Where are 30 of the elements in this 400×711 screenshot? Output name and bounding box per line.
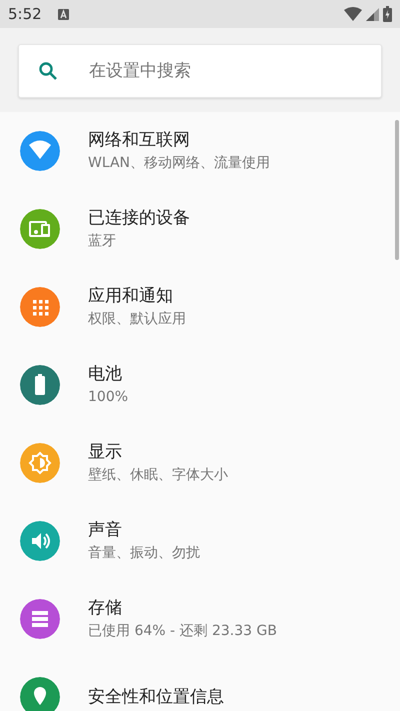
item-title: 电池 [88,364,123,385]
settings-item[interactable]: 电池 100% [0,346,400,424]
status-time: 5:52 [8,4,42,25]
battery-icon [383,6,392,22]
settings-item[interactable]: 声音 音量、振动、勿扰 [0,502,400,580]
notification-icon [58,8,69,20]
wifi-icon [344,7,362,21]
settings-item[interactable]: 网络和互联网 WLAN、移动网络、流量使用 [0,112,400,190]
item-subtitle: 100% [88,388,128,406]
settings-item[interactable]: 显示 壁纸、休眠、字体大小 [0,424,400,502]
signal-icon [366,8,379,20]
item-subtitle: 壁纸、休眠、字体大小 [88,466,228,484]
item-title: 应用和通知 [88,286,174,307]
item-subtitle: 权限、默认应用 [88,310,186,328]
item-title: 网络和互联网 [88,130,191,151]
item-subtitle: 蓝牙 [88,232,117,250]
settings-item[interactable]: 已连接的设备 蓝牙 [0,190,400,268]
item-subtitle: 音量、振动、勿扰 [88,544,200,562]
item-subtitle: WLAN、移动网络、流量使用 [88,154,270,172]
item-title: 已连接的设备 [88,208,190,229]
settings-item[interactable]: 安全性和位置信息 [0,658,400,711]
item-title: 存储 [88,598,123,619]
item-subtitle: 已使用 64% - 还剩 23.33 GB [88,622,277,640]
item-title: 安全性和位置信息 [88,686,224,708]
item-title: 声音 [88,520,123,541]
search-icon [38,61,58,81]
search-field[interactable]: 在设置中搜索 [18,44,382,98]
settings-item[interactable]: 存储 已使用 64% - 还剩 23.33 GB [0,580,400,658]
settings-item[interactable]: 应用和通知 权限、默认应用 [0,268,400,346]
item-title: 显示 [88,442,123,463]
